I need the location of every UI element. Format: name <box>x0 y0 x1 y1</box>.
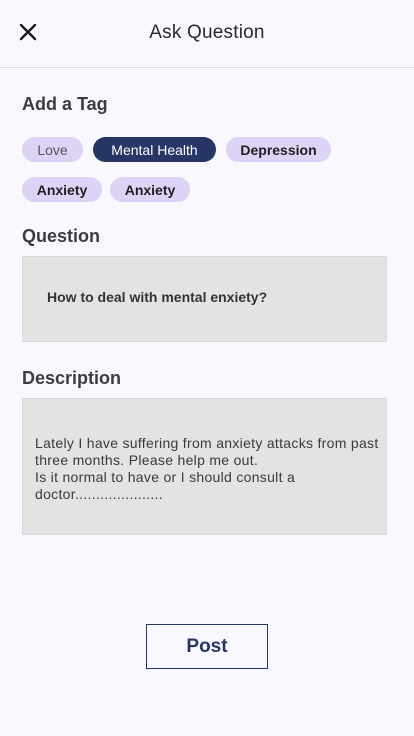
tags-section-label: Add a Tag <box>22 94 108 114</box>
tag-anxiety[interactable]: Anxiety <box>110 177 190 202</box>
description-field[interactable]: Lately I have suffering from anxiety att… <box>22 398 387 535</box>
question-value: How to deal with mental enxiety? <box>47 289 268 305</box>
question-field[interactable]: How to deal with mental enxiety? <box>22 256 387 342</box>
app-header: Ask Question <box>0 0 414 68</box>
tag-love[interactable]: Love <box>22 137 83 162</box>
question-label: Question <box>22 226 101 246</box>
tag-mental-health[interactable]: Mental Health <box>93 137 216 162</box>
tag-depression[interactable]: Depression <box>226 137 331 162</box>
tag-anxiety[interactable]: Anxiety <box>22 177 102 202</box>
post-button[interactable]: Post <box>146 624 268 669</box>
page-title: Ask Question <box>149 22 265 43</box>
description-value: Lately I have suffering from anxiety att… <box>35 435 379 502</box>
description-label: Description <box>22 368 122 388</box>
